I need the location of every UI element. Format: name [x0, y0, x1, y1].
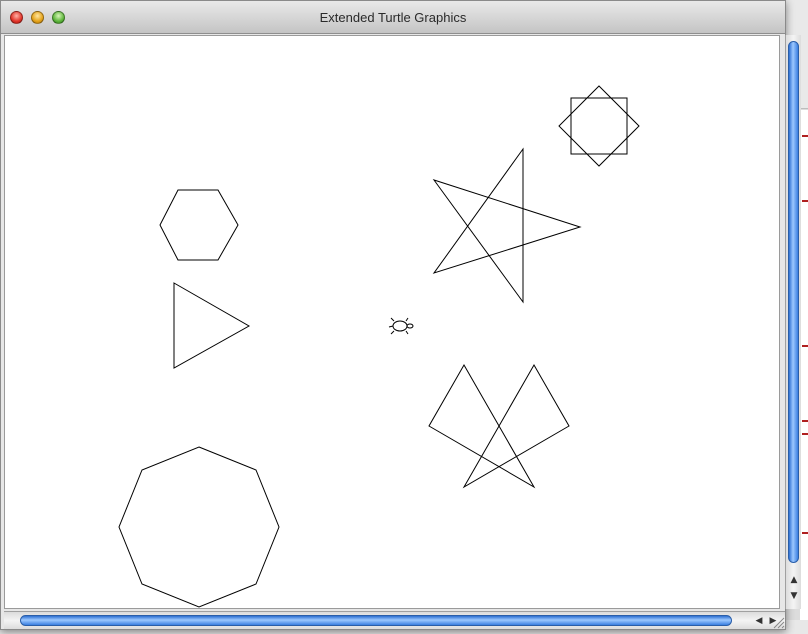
- horizontal-scroll-thumb[interactable]: [20, 615, 732, 626]
- six-point-star-upper-triangle: [462, 363, 570, 489]
- background-app-code-margin: [800, 110, 808, 630]
- background-code-mark: [802, 135, 808, 137]
- octagon-shape: [118, 446, 280, 608]
- scroll-left-arrow-icon[interactable]: ◀: [752, 614, 766, 628]
- window-title: Extended Turtle Graphics: [319, 10, 467, 25]
- turtle-graphics-window: Extended Turtle Graphics ▲ ▼ ◀ ▶: [0, 0, 801, 630]
- hexagon-shape: [159, 189, 239, 261]
- vertical-scrollbar[interactable]: ▲ ▼: [785, 35, 801, 609]
- title-bar[interactable]: Extended Turtle Graphics: [1, 1, 785, 34]
- eight-point-star-square: [570, 97, 628, 155]
- background-code-mark: [802, 345, 808, 347]
- background-code-mark: [802, 200, 808, 202]
- background-code-mark: [802, 433, 808, 435]
- scroll-down-arrow-icon[interactable]: ▼: [788, 589, 800, 603]
- vertical-scroll-thumb[interactable]: [788, 41, 799, 563]
- background-code-mark: [802, 420, 808, 422]
- five-point-star-shape: [432, 147, 582, 304]
- resize-grip-icon[interactable]: [771, 615, 785, 629]
- triangle-shape: [173, 282, 251, 369]
- turtle-cursor-icon: [388, 317, 414, 335]
- background-code-mark: [802, 532, 808, 534]
- six-point-star-lower-triangle: [428, 363, 536, 489]
- turtle-drawing: [118, 85, 640, 608]
- scroll-up-arrow-icon[interactable]: ▲: [788, 573, 800, 587]
- horizontal-scrollbar[interactable]: ◀ ▶: [4, 611, 785, 629]
- drawing-canvas[interactable]: [4, 35, 780, 609]
